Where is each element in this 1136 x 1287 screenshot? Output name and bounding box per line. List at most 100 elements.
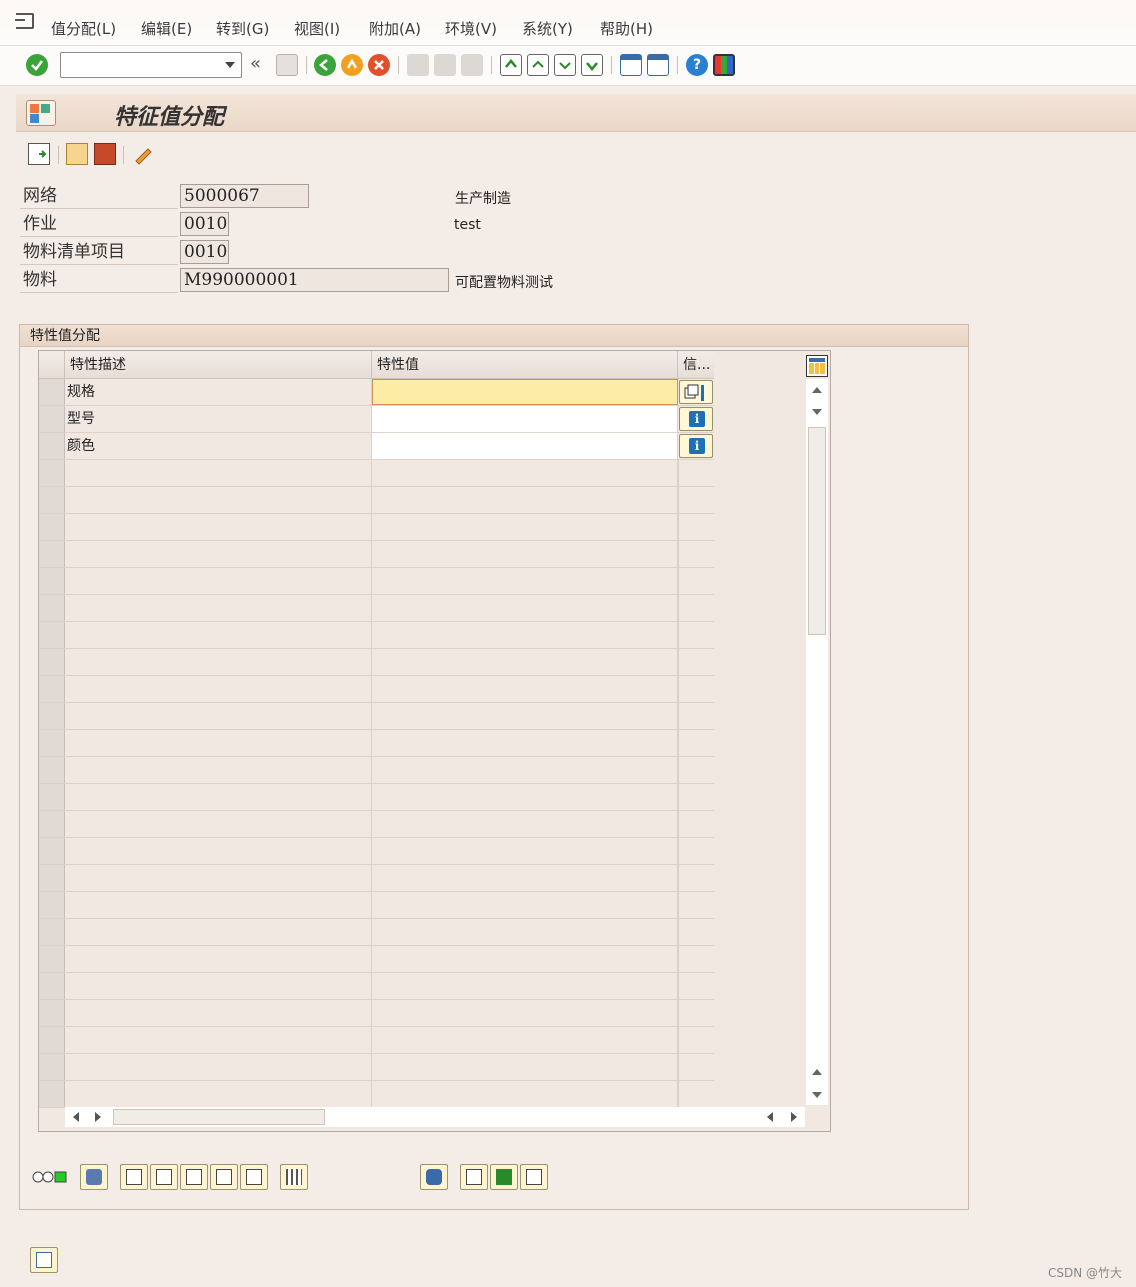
cancel-icon[interactable] xyxy=(368,54,390,76)
back-icon[interactable] xyxy=(314,54,336,76)
print-icon[interactable] xyxy=(407,54,429,76)
column-header-info[interactable]: 信... xyxy=(678,351,714,379)
command-field[interactable] xyxy=(60,52,242,78)
position-button[interactable] xyxy=(240,1164,268,1190)
characteristic-value-input[interactable] xyxy=(372,433,678,459)
previous-row-button[interactable] xyxy=(150,1164,178,1190)
row-selector[interactable] xyxy=(39,757,65,783)
customize-layout-icon[interactable] xyxy=(713,54,735,76)
row-selector[interactable] xyxy=(39,703,65,729)
row-selector[interactable] xyxy=(39,406,65,432)
row-selector[interactable] xyxy=(39,784,65,810)
toolbar-separator xyxy=(491,56,492,74)
menu-value-assignment[interactable]: 值分配(L) xyxy=(51,18,116,39)
menu-goto[interactable]: 转到(G) xyxy=(216,18,269,39)
row-selector[interactable] xyxy=(39,1054,65,1080)
double-chevron-left-icon[interactable]: « xyxy=(250,54,272,76)
find-icon[interactable] xyxy=(434,54,456,76)
menu-edit[interactable]: 编辑(E) xyxy=(141,18,192,39)
value-help-button[interactable] xyxy=(679,380,713,404)
horizontal-scroll-thumb[interactable] xyxy=(113,1109,325,1125)
row-selector[interactable] xyxy=(39,730,65,756)
first-page-icon[interactable] xyxy=(500,54,522,76)
row-selector[interactable] xyxy=(39,379,65,405)
menu-environment[interactable]: 环境(V) xyxy=(445,18,497,39)
table-settings-button[interactable] xyxy=(280,1164,308,1190)
next-row-button[interactable] xyxy=(180,1164,208,1190)
scroll-left-end-icon[interactable] xyxy=(767,1112,773,1122)
copy-button[interactable] xyxy=(460,1164,488,1190)
characteristic-value-input[interactable] xyxy=(372,379,678,405)
horizontal-scrollbar[interactable] xyxy=(65,1107,805,1127)
scroll-up-icon[interactable] xyxy=(812,1069,822,1075)
scroll-up-page-icon[interactable] xyxy=(812,387,822,393)
info-button[interactable]: i xyxy=(679,407,713,431)
row-selector[interactable] xyxy=(39,865,65,891)
pencil-icon[interactable] xyxy=(132,143,154,165)
column-header-description[interactable]: 特性描述 xyxy=(65,351,372,379)
scroll-right-end-icon[interactable] xyxy=(791,1112,797,1122)
vertical-scrollbar[interactable] xyxy=(806,379,828,1105)
chevron-down-icon[interactable] xyxy=(225,62,235,68)
configuration-icon[interactable] xyxy=(26,100,56,126)
network-description: 生产制造 xyxy=(455,191,511,207)
scroll-down-page-icon[interactable] xyxy=(812,1092,822,1098)
row-selector[interactable] xyxy=(39,1000,65,1026)
row-selector[interactable] xyxy=(39,973,65,999)
new-session-icon[interactable] xyxy=(620,54,642,76)
column-configuration-icon[interactable] xyxy=(806,355,828,377)
menu-view[interactable]: 视图(I) xyxy=(294,18,340,39)
menu-help[interactable]: 帮助(H) xyxy=(600,18,653,39)
info-cell xyxy=(678,1000,714,1026)
row-selector[interactable] xyxy=(39,595,65,621)
row-selector[interactable] xyxy=(39,541,65,567)
characteristic-value-cell xyxy=(372,703,678,729)
characteristics-icon[interactable] xyxy=(94,143,116,165)
previous-page-icon xyxy=(156,1169,172,1185)
info-button[interactable]: i xyxy=(679,434,713,458)
first-row-button[interactable] xyxy=(120,1164,148,1190)
row-selector[interactable] xyxy=(39,1081,65,1107)
row-selector[interactable] xyxy=(39,838,65,864)
lock-button[interactable] xyxy=(80,1164,108,1190)
find-next-icon[interactable] xyxy=(461,54,483,76)
vertical-scroll-thumb[interactable] xyxy=(808,427,826,635)
scroll-left-icon[interactable] xyxy=(73,1112,79,1122)
system-menu-icon[interactable] xyxy=(15,13,34,29)
row-selector[interactable] xyxy=(39,487,65,513)
copy-structure-icon[interactable] xyxy=(66,143,88,165)
select-all-header[interactable] xyxy=(39,351,65,379)
column-header-value[interactable]: 特性值 xyxy=(372,351,678,379)
row-selector[interactable] xyxy=(39,622,65,648)
row-selector[interactable] xyxy=(39,460,65,486)
expand-screen-button[interactable] xyxy=(30,1247,58,1273)
row-selector[interactable] xyxy=(39,1027,65,1053)
row-selector[interactable] xyxy=(39,433,65,459)
row-selector[interactable] xyxy=(39,568,65,594)
swap-button[interactable] xyxy=(490,1164,518,1190)
menu-extras[interactable]: 附加(A) xyxy=(369,18,421,39)
exit-icon[interactable] xyxy=(341,54,363,76)
last-row-button[interactable] xyxy=(210,1164,238,1190)
enter-check-icon[interactable] xyxy=(26,54,48,76)
scroll-right-icon[interactable] xyxy=(95,1112,101,1122)
row-selector[interactable] xyxy=(39,946,65,972)
last-page-icon[interactable] xyxy=(581,54,603,76)
row-selector[interactable] xyxy=(39,514,65,540)
next-page-icon[interactable] xyxy=(554,54,576,76)
save-icon[interactable] xyxy=(276,54,298,76)
display-button[interactable] xyxy=(520,1164,548,1190)
shortcut-icon[interactable] xyxy=(647,54,669,76)
row-selector[interactable] xyxy=(39,892,65,918)
characteristic-value-input[interactable] xyxy=(372,406,678,432)
row-selector[interactable] xyxy=(39,676,65,702)
menu-system[interactable]: 系统(Y) xyxy=(522,18,573,39)
new-document-icon[interactable] xyxy=(28,143,50,165)
find-button[interactable] xyxy=(420,1164,448,1190)
help-icon[interactable]: ? xyxy=(686,54,708,76)
previous-page-icon[interactable] xyxy=(527,54,549,76)
row-selector[interactable] xyxy=(39,811,65,837)
scroll-down-icon[interactable] xyxy=(812,409,822,415)
row-selector[interactable] xyxy=(39,649,65,675)
row-selector[interactable] xyxy=(39,919,65,945)
